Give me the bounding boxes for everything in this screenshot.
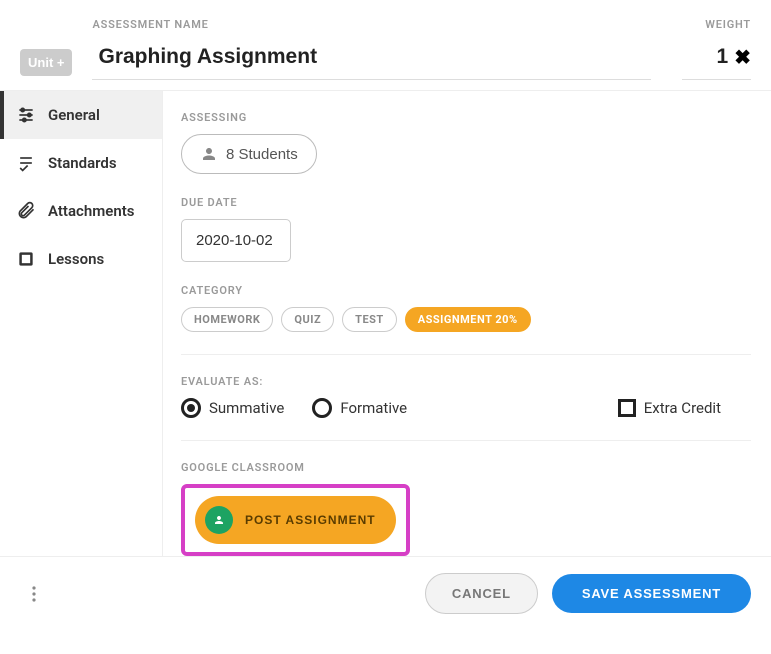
assessment-name-field: ASSESSMENT NAME bbox=[92, 18, 651, 80]
more-options-button[interactable] bbox=[20, 580, 48, 608]
save-assessment-button[interactable]: SAVE ASSESSMENT bbox=[552, 574, 751, 613]
weight-label: WEIGHT bbox=[705, 18, 751, 31]
sliders-icon bbox=[16, 105, 36, 125]
post-assignment-highlight: POST ASSIGNMENT bbox=[181, 484, 410, 556]
footer: CANCEL SAVE ASSESSMENT bbox=[0, 556, 771, 630]
due-date-input[interactable] bbox=[181, 219, 291, 262]
main-body: General Standards Attachments Lessons AS… bbox=[0, 90, 771, 556]
checkbox-icon bbox=[618, 399, 636, 417]
paperclip-icon bbox=[16, 201, 36, 221]
checkbox-label: Extra Credit bbox=[644, 399, 721, 417]
due-date-section: DUE DATE bbox=[181, 196, 751, 262]
sidebar-item-label: Lessons bbox=[48, 250, 104, 268]
sidebar-item-label: Standards bbox=[48, 154, 117, 172]
cancel-button[interactable]: CANCEL bbox=[425, 573, 538, 614]
sidebar-item-label: General bbox=[48, 106, 100, 124]
radio-summative[interactable]: Summative bbox=[181, 398, 284, 418]
sidebar-item-label: Attachments bbox=[48, 202, 134, 220]
radio-icon bbox=[181, 398, 201, 418]
post-assignment-button[interactable]: POST ASSIGNMENT bbox=[195, 496, 396, 544]
content-panel: ASSESSING 8 Students DUE DATE CATEGORY H… bbox=[163, 91, 771, 556]
evaluate-section: EVALUATE AS: Summative Formative Extra C… bbox=[181, 375, 751, 418]
radio-label: Formative bbox=[340, 399, 407, 417]
unit-add-button[interactable]: Unit + bbox=[20, 49, 72, 76]
category-chip-quiz[interactable]: QUIZ bbox=[281, 307, 334, 332]
google-classroom-icon bbox=[205, 506, 233, 534]
category-chip-assignment[interactable]: ASSIGNMENT 20% bbox=[405, 307, 531, 332]
category-section: CATEGORY HOMEWORK QUIZ TEST ASSIGNMENT 2… bbox=[181, 284, 751, 332]
sidebar-item-lessons[interactable]: Lessons bbox=[0, 235, 162, 283]
assessment-name-label: ASSESSMENT NAME bbox=[92, 18, 651, 31]
post-assignment-label: POST ASSIGNMENT bbox=[245, 513, 376, 527]
checklist-icon bbox=[16, 153, 36, 173]
sidebar-item-attachments[interactable]: Attachments bbox=[0, 187, 162, 235]
sidebar: General Standards Attachments Lessons bbox=[0, 91, 163, 556]
radio-label: Summative bbox=[209, 399, 284, 417]
book-icon bbox=[16, 249, 36, 269]
evaluate-label: EVALUATE AS: bbox=[181, 375, 751, 388]
google-classroom-section: GOOGLE CLASSROOM POST ASSIGNMENT bbox=[181, 461, 751, 556]
google-classroom-label: GOOGLE CLASSROOM bbox=[181, 461, 751, 474]
assessing-section: ASSESSING 8 Students bbox=[181, 111, 751, 174]
radio-icon bbox=[312, 398, 332, 418]
sidebar-item-standards[interactable]: Standards bbox=[0, 139, 162, 187]
weight-field: WEIGHT ✖ bbox=[671, 18, 751, 80]
assessment-header: Unit + ASSESSMENT NAME WEIGHT ✖ bbox=[0, 0, 771, 90]
radio-formative[interactable]: Formative bbox=[312, 398, 407, 418]
assessment-name-input[interactable] bbox=[92, 39, 651, 80]
assessing-value: 8 Students bbox=[226, 146, 298, 163]
category-chip-test[interactable]: TEST bbox=[342, 307, 397, 332]
assessing-students-button[interactable]: 8 Students bbox=[181, 134, 317, 174]
category-label: CATEGORY bbox=[181, 284, 751, 297]
dots-vertical-icon bbox=[32, 586, 36, 602]
due-date-label: DUE DATE bbox=[181, 196, 751, 209]
weight-input[interactable] bbox=[688, 45, 728, 69]
weight-clear-icon[interactable]: ✖ bbox=[734, 45, 751, 69]
divider bbox=[181, 354, 751, 355]
sidebar-item-general[interactable]: General bbox=[0, 91, 162, 139]
category-chip-homework[interactable]: HOMEWORK bbox=[181, 307, 273, 332]
person-icon bbox=[200, 145, 218, 163]
divider bbox=[181, 440, 751, 441]
checkbox-extra-credit[interactable]: Extra Credit bbox=[618, 399, 721, 417]
assessing-label: ASSESSING bbox=[181, 111, 751, 124]
